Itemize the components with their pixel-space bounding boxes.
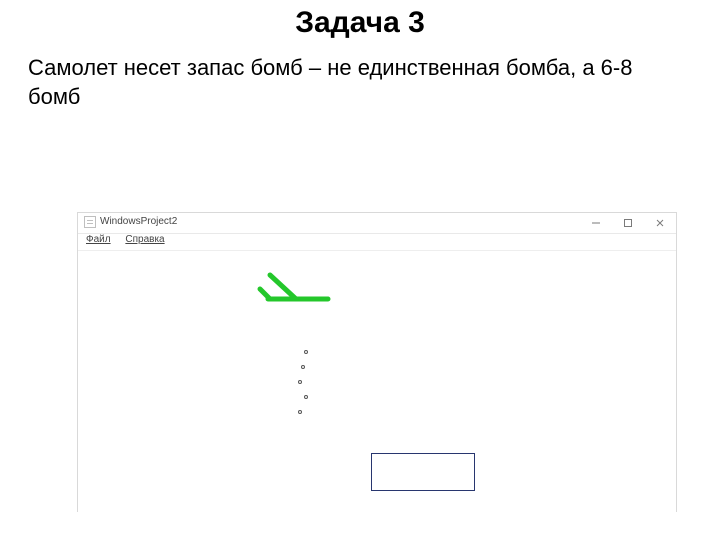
close-button[interactable] — [644, 213, 676, 233]
bomb-dot — [301, 365, 305, 369]
bomb-dot — [304, 350, 308, 354]
app-icon — [84, 216, 96, 228]
maximize-icon — [623, 218, 633, 228]
bomb-dot — [298, 380, 302, 384]
maximize-button[interactable] — [612, 213, 644, 233]
slide-body: Самолет несет запас бомб – не единственн… — [28, 54, 688, 111]
bomb-dot — [304, 395, 308, 399]
menu-bar: Файл Справка — [78, 234, 676, 251]
menu-file[interactable]: Файл — [86, 234, 111, 245]
app-screenshot: WindowsProject2 — [77, 212, 677, 512]
window-buttons — [580, 213, 676, 233]
bomb-dot — [298, 410, 302, 414]
airplane-icon — [256, 269, 336, 315]
close-icon — [655, 218, 665, 228]
app-window: WindowsProject2 — [77, 212, 677, 512]
client-area — [78, 251, 676, 513]
bomb-trail — [298, 339, 308, 425]
slide-title: Задача 3 — [0, 6, 720, 40]
slide: Задача 3 Самолет несет запас бомб – не е… — [0, 0, 720, 540]
window-titlebar: WindowsProject2 — [78, 213, 676, 234]
target-rectangle — [371, 453, 475, 491]
minimize-button[interactable] — [580, 213, 612, 233]
menu-help[interactable]: Справка — [125, 234, 164, 245]
minimize-icon — [591, 218, 601, 228]
window-title: WindowsProject2 — [100, 216, 177, 227]
